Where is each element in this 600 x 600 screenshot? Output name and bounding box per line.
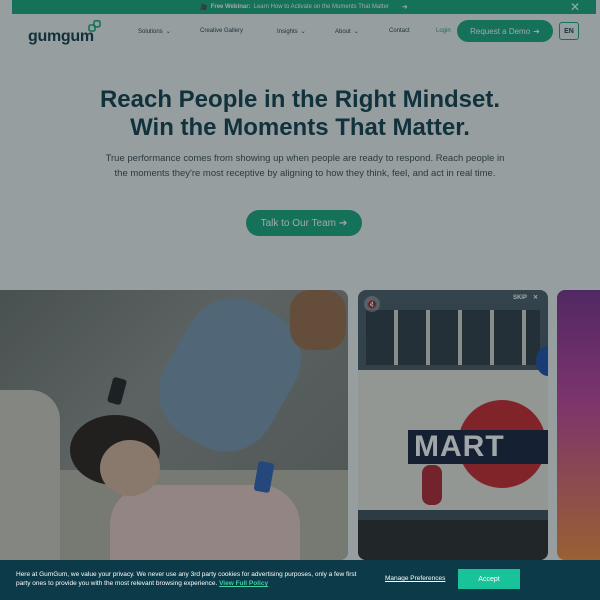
nav-label: About [335,28,351,35]
talk-to-team-button[interactable]: Talk to Our Team ➔ [246,210,362,236]
nav-about[interactable]: About ⌄ [335,28,359,36]
nav-label: Contact [389,28,410,34]
phone-icon [106,376,128,406]
logo-text: gumgum [28,28,94,45]
nav-solutions[interactable]: Solutions ⌄ [138,28,171,36]
logo[interactable]: gumgum [28,20,101,46]
announcement-bold-label: Free Webinar: [210,4,251,10]
page: 🎥 Free Webinar: Learn How to Activate on… [0,0,600,600]
language-selector[interactable]: EN [559,22,579,40]
announcement-bar[interactable]: 🎥 Free Webinar: Learn How to Activate on… [12,0,596,14]
video-camera-icon: 🎥 [200,4,208,11]
nav-label: Solutions [138,28,163,35]
close-icon[interactable]: ✕ [570,0,580,14]
manage-preferences-link[interactable]: Manage Preferences [385,575,445,582]
arrow-right-icon: ➔ [339,217,348,229]
hero-title: Reach People in the Right Mindset. Win t… [50,86,550,142]
skip-label: SKIP [512,294,527,301]
hero-subtitle: True performance comes from showing up w… [105,153,505,179]
nav-contact[interactable]: Contact [389,28,410,34]
hero-title-line1: Reach People in the Right Mindset. [99,86,501,113]
card-sign-text: MART [414,430,505,463]
close-icon: ✕ [532,295,538,301]
login-link[interactable]: Login [436,28,451,34]
nav-label: Creative Gallery [200,28,244,34]
scene-shape [358,520,548,560]
announcement-text[interactable]: Learn How to Activate on the Moments Tha… [254,4,389,10]
hero-title-line2: Win the Moments That Matter. [130,114,470,141]
skip-button[interactable]: SKIP ✕ [512,294,538,302]
request-demo-label: Request a Demo [470,26,531,36]
chevron-down-icon: ⌄ [300,29,306,35]
cookie-message: Here at GumGum, we value your privacy. W… [16,571,357,587]
scene-shape [100,440,160,496]
nav-creative-gallery[interactable]: Creative Gallery [200,28,243,34]
nav-insights[interactable]: Insights ⌄ [277,28,306,36]
accept-button[interactable]: Accept [458,569,520,589]
nav-label: Insights [277,28,298,35]
scene-shape [0,390,60,560]
media-card-couple-on-couch[interactable] [0,290,348,560]
scene-shape [290,290,346,350]
scene-shape [366,310,540,365]
arrow-right-icon[interactable]: ➜ [402,3,408,11]
view-policy-link[interactable]: View Full Policy [219,580,268,587]
cookie-banner: Here at GumGum, we value your privacy. W… [0,560,600,600]
chevron-down-icon: ⌄ [165,29,171,35]
site-header: gumgum Solutions ⌄ Creative Gallery Insi… [0,14,600,50]
chevron-down-icon: ⌄ [353,29,359,35]
logo-mark-icon [88,20,101,32]
scene-shape [422,465,442,505]
request-demo-button[interactable]: Request a Demo ➔ [457,20,553,42]
scene-shape [110,485,300,560]
talk-to-team-label: Talk to Our Team [260,217,336,229]
arrow-right-icon: ➔ [533,26,540,36]
mute-icon[interactable]: 🔇 [364,296,380,312]
cookie-text-block: Here at GumGum, we value your privacy. W… [16,570,366,588]
media-card-video-ad[interactable]: MART 🔇 SKIP ✕ [358,290,548,560]
media-card-partial[interactable] [557,290,600,560]
